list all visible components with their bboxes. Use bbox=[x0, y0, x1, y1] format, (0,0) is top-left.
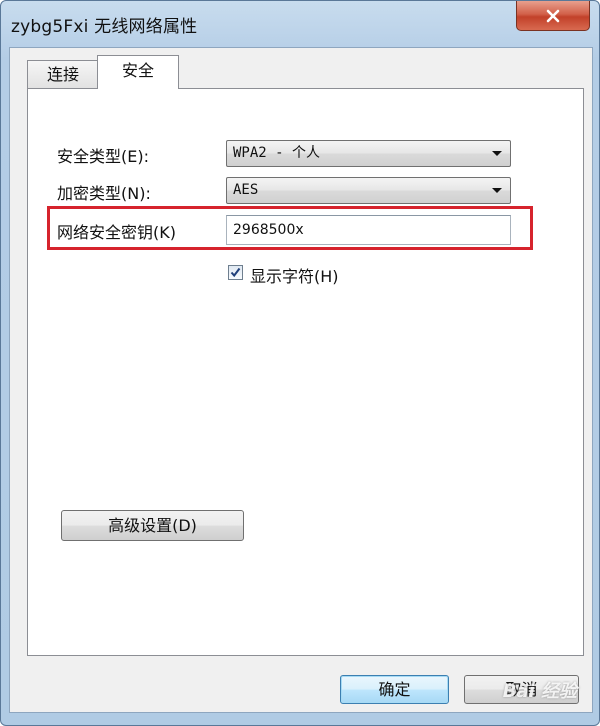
baidu-watermark: Bai 经验 bbox=[502, 681, 577, 702]
show-characters-label[interactable]: 显示字符(H) bbox=[250, 263, 339, 287]
dialog-window: zybg5Fxi 无线网络属性 连接 安全 安全类型(E): WPA2 - 个人… bbox=[0, 0, 600, 726]
network-key-label: 网络安全密钥(K) bbox=[57, 223, 176, 242]
tab-security[interactable]: 安全 bbox=[97, 55, 179, 89]
checkmark-icon bbox=[230, 267, 241, 278]
security-type-dropdown[interactable]: WPA2 - 个人 bbox=[226, 140, 511, 167]
window-title: zybg5Fxi 无线网络属性 bbox=[11, 17, 198, 37]
network-key-input[interactable]: 2968500x bbox=[226, 215, 511, 245]
encryption-type-value: AES bbox=[233, 182, 259, 198]
security-type-value: WPA2 - 个人 bbox=[233, 145, 321, 161]
close-button[interactable] bbox=[516, 1, 590, 31]
chevron-down-icon bbox=[492, 188, 502, 193]
encryption-type-label: 加密类型(N): bbox=[57, 184, 151, 203]
close-icon bbox=[546, 9, 560, 22]
encryption-type-dropdown[interactable]: AES bbox=[226, 177, 511, 204]
advanced-settings-button[interactable]: 高级设置(D) bbox=[61, 510, 244, 541]
dialog-client-area: 连接 安全 安全类型(E): WPA2 - 个人 加密类型(N): AES 网络… bbox=[9, 47, 593, 713]
title-bar[interactable]: zybg5Fxi 无线网络属性 bbox=[1, 1, 599, 47]
security-type-label: 安全类型(E): bbox=[57, 147, 149, 166]
tab-connection[interactable]: 连接 bbox=[27, 60, 99, 88]
ok-button[interactable]: 确定 bbox=[340, 675, 449, 704]
chevron-down-icon bbox=[492, 151, 502, 156]
show-characters-checkbox[interactable] bbox=[228, 265, 243, 280]
security-tab-panel: 安全类型(E): WPA2 - 个人 加密类型(N): AES 网络安全密钥(K… bbox=[27, 88, 584, 656]
